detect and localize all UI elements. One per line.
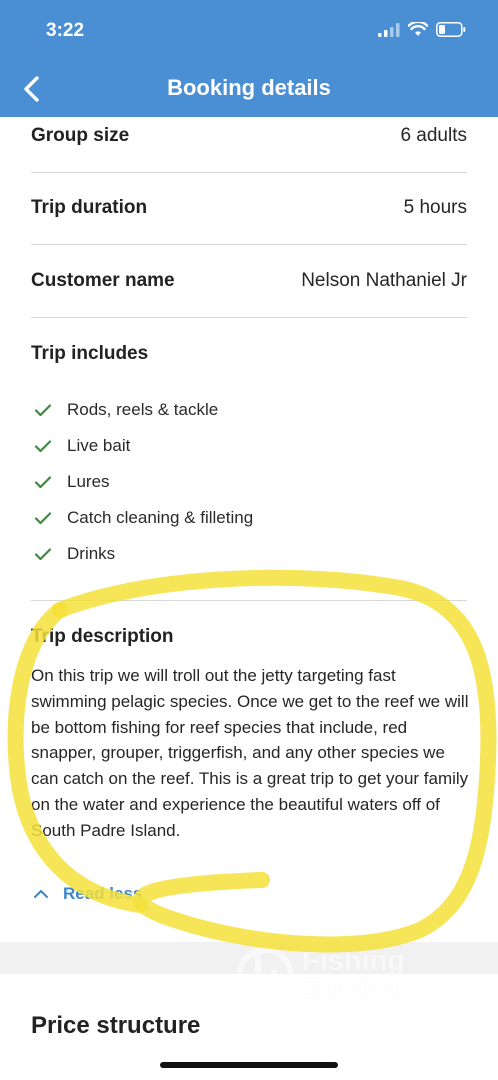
include-item-label: Rods, reels & tackle (67, 400, 219, 419)
includes-list: Rods, reels & tackle Live bait Lures Cat… (34, 392, 464, 572)
price-structure-title: Price structure (31, 1012, 201, 1039)
list-item: Rods, reels & tackle (34, 392, 464, 428)
list-item: Lures (34, 464, 464, 500)
signal-icon (378, 22, 400, 37)
include-item-label: Lures (67, 472, 110, 491)
list-item: Catch cleaning & filleting (34, 500, 464, 536)
read-less-label: Read less (63, 884, 143, 903)
fishingbooker-watermark: Fishing Booker (234, 942, 405, 1008)
battery-icon (436, 22, 466, 37)
detail-label: Trip duration (31, 197, 148, 218)
detail-row-trip-duration: Trip duration 5 hours (31, 172, 467, 245)
detail-label: Group size (31, 125, 130, 146)
watermark-text: Fishing Booker (302, 945, 406, 1005)
check-icon (34, 548, 52, 561)
detail-value: Nelson Nathaniel Jr (301, 270, 467, 291)
check-icon (34, 512, 52, 525)
includes-title: Trip includes (31, 343, 149, 364)
wifi-icon (408, 22, 428, 36)
read-less-button[interactable]: Read less (33, 884, 142, 904)
check-icon (34, 440, 52, 453)
detail-label: Customer name (31, 270, 175, 291)
description-text: On this trip we will troll out the jetty… (31, 666, 469, 840)
detail-row-group-size: Group size 6 adults (31, 100, 467, 173)
detail-value: 6 adults (400, 125, 467, 146)
check-icon (34, 404, 52, 417)
description-title: Trip description (31, 626, 174, 647)
watermark-line2: Booker (302, 973, 402, 1005)
home-indicator (160, 1062, 338, 1068)
include-item-label: Live bait (67, 436, 131, 455)
include-item-label: Catch cleaning & filleting (67, 508, 254, 527)
detail-row-customer-name: Customer name Nelson Nathaniel Jr (31, 245, 467, 318)
detail-value: 5 hours (403, 197, 467, 218)
page-title: Booking details (167, 75, 331, 100)
check-icon (34, 476, 52, 489)
list-item: Drinks (34, 536, 464, 572)
chevron-up-icon (34, 890, 48, 898)
status-icons (378, 22, 466, 37)
fishingbooker-logo-icon (236, 947, 294, 1005)
watermark-line1: Fishing (302, 945, 406, 977)
list-item: Live bait (34, 428, 464, 464)
status-time: 3:22 (46, 20, 85, 41)
divider (31, 600, 467, 601)
include-item-label: Drinks (67, 544, 116, 563)
